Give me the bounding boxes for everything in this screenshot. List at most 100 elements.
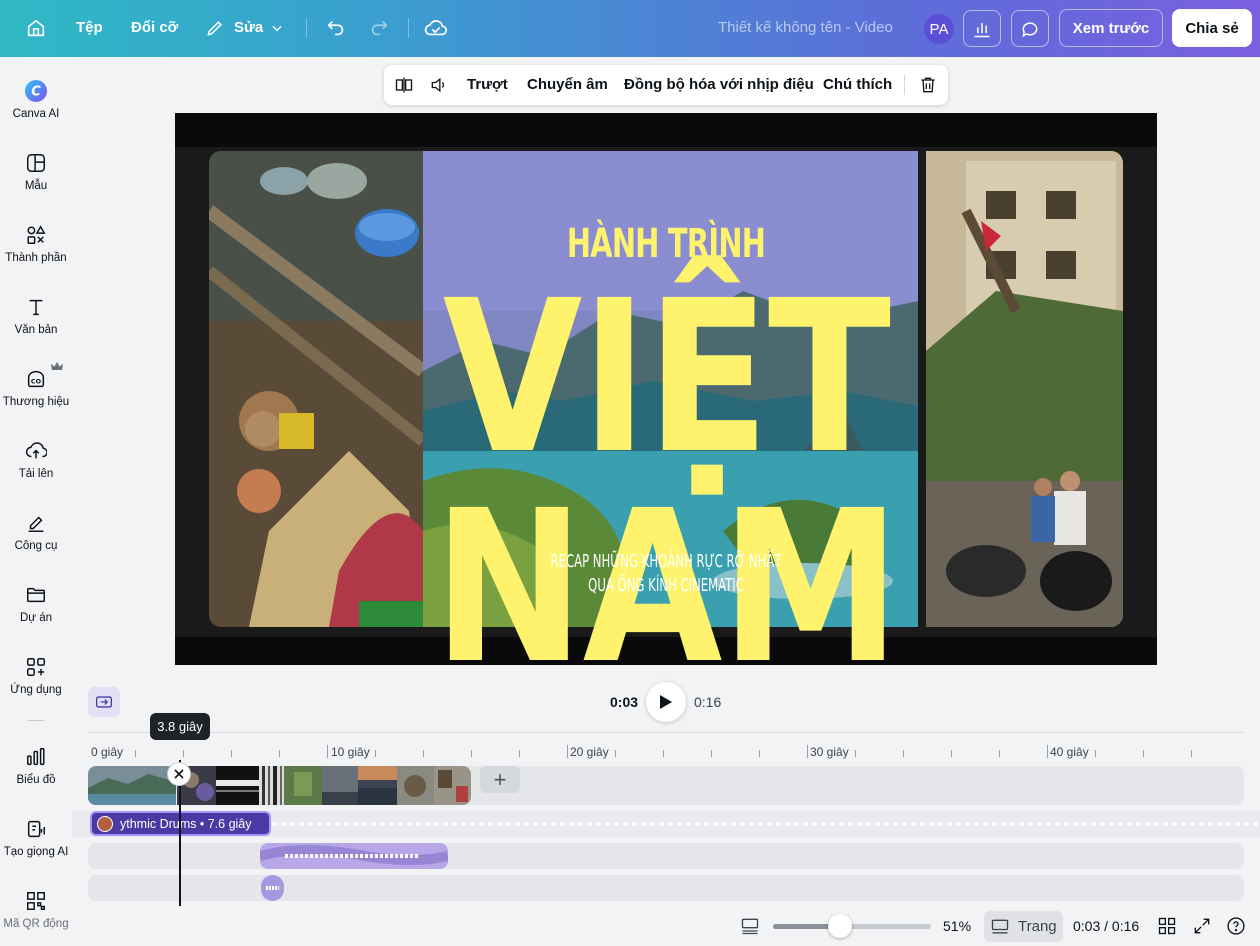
- ruler-tick: [1143, 750, 1144, 757]
- swap-view-button[interactable]: [88, 687, 120, 717]
- captions-button[interactable]: Chú thích: [823, 76, 892, 93]
- ruler-tick: [375, 750, 376, 757]
- video-clip[interactable]: [88, 766, 176, 805]
- video-clip[interactable]: [358, 766, 397, 805]
- ruler-tick: [807, 745, 808, 758]
- share-button[interactable]: Chia sẻ: [1172, 9, 1252, 47]
- file-menu[interactable]: Tệp: [76, 19, 103, 36]
- comment-icon: [1022, 21, 1038, 37]
- tick-label: 20 giây: [570, 745, 609, 759]
- sidebar-item-text[interactable]: Văn bản: [0, 295, 72, 336]
- timeline-view-icon[interactable]: [740, 916, 760, 936]
- sidebar-item-upload[interactable]: Tải lên: [0, 439, 72, 480]
- audio-thumbnail: [97, 816, 113, 832]
- audio-waveform: [260, 845, 448, 865]
- zoom-level[interactable]: 51%: [943, 918, 971, 934]
- ruler-tick: [183, 750, 184, 757]
- apps-icon: [24, 655, 48, 679]
- elements-icon: [24, 223, 48, 247]
- undo-icon[interactable]: [322, 14, 350, 42]
- sidebar-label: Tải lên: [18, 468, 54, 480]
- canvas-caption-line1[interactable]: RECAP NHỮNG KHOẢNH RỰC RỠ NHẤT: [312, 551, 1019, 572]
- home-icon[interactable]: [22, 14, 50, 42]
- sidebar-item-ai-voice[interactable]: Tạo giọng AI: [0, 817, 72, 858]
- sidebar-item-templates[interactable]: Mẫu: [0, 151, 72, 192]
- volume-icon[interactable]: [429, 75, 449, 95]
- sidebar-item-projects[interactable]: Dự án: [0, 583, 72, 624]
- avatar[interactable]: PA: [924, 14, 954, 44]
- video-clip[interactable]: [322, 766, 358, 805]
- time-readout: 0:03 / 0:16: [1073, 918, 1140, 934]
- ruler-tick: [231, 750, 232, 757]
- play-button[interactable]: [646, 682, 686, 722]
- page-view-button[interactable]: Trang: [984, 911, 1063, 942]
- ruler-tick: [663, 750, 664, 757]
- tick-label: 40 giây: [1050, 745, 1089, 759]
- qr-icon: [24, 889, 48, 913]
- ruler-tick: [711, 750, 712, 757]
- video-clip[interactable]: [434, 766, 471, 805]
- audio-transition-button[interactable]: Chuyển âm: [527, 76, 608, 93]
- sidebar-label: Công cụ: [14, 540, 58, 552]
- svg-text:C: C: [31, 85, 41, 100]
- tick-label: 10 giây: [331, 745, 370, 759]
- video-canvas[interactable]: HÀNH TRÌNH VIỆT NAM RECAP NHỮNG KHOẢNH R…: [175, 113, 1157, 665]
- ruler-tick: [327, 745, 328, 758]
- timeline-divider: [88, 732, 1244, 733]
- sidebar-item-qr[interactable]: Mã QR động: [0, 889, 72, 930]
- divider: [306, 18, 307, 38]
- divider: [904, 75, 905, 95]
- audio-clip[interactable]: [261, 875, 284, 901]
- sidebar-item-brand[interactable]: CO Thương hiệu: [0, 362, 72, 408]
- video-clip[interactable]: [284, 766, 322, 805]
- total-time: 0:16: [694, 694, 722, 710]
- divider: [408, 18, 409, 38]
- grid-view-icon[interactable]: [1157, 916, 1177, 936]
- ruler-tick: [1095, 750, 1096, 757]
- comments-button[interactable]: [1011, 10, 1049, 47]
- preview-button[interactable]: Xem trước: [1059, 9, 1163, 47]
- sidebar-item-elements[interactable]: Thành phần: [0, 223, 72, 264]
- video-clip[interactable]: [216, 766, 259, 805]
- play-icon: [660, 695, 672, 709]
- video-clip[interactable]: [397, 766, 434, 805]
- ai-voice-icon: [24, 817, 48, 841]
- audio-clip[interactable]: [260, 843, 448, 869]
- insights-button[interactable]: [963, 10, 1001, 47]
- canvas-title[interactable]: VIỆT NAM: [244, 273, 1089, 666]
- audio-waveform: [266, 886, 279, 890]
- cloud-saved-icon[interactable]: [422, 14, 450, 42]
- trash-icon[interactable]: [918, 75, 938, 95]
- document-title[interactable]: Thiết kế không tên - Video: [718, 19, 893, 36]
- canvas-caption-line2[interactable]: QUA ỐNG KÍNH CINEMATIC: [312, 575, 1019, 596]
- sidebar-label: Biểu đồ: [16, 774, 56, 786]
- tick-label: 0 giây: [91, 745, 124, 759]
- ruler-tick: [1047, 745, 1048, 758]
- sidebar-label: Mã QR động: [3, 918, 69, 930]
- video-clip[interactable]: [259, 766, 284, 805]
- add-clip-button[interactable]: +: [480, 766, 520, 793]
- ruler-tick: [567, 745, 568, 758]
- sidebar-item-canva-ai[interactable]: C Canva AI: [0, 79, 72, 120]
- zoom-slider-handle[interactable]: [828, 914, 852, 938]
- playhead-handle[interactable]: [167, 762, 191, 786]
- transition-button[interactable]: Trượt: [467, 76, 508, 93]
- chevron-down-icon[interactable]: [263, 14, 291, 42]
- ruler-tick: [903, 750, 904, 757]
- ruler-tick: [999, 750, 1000, 757]
- zoom-slider-fill: [773, 924, 833, 929]
- sidebar-item-apps[interactable]: Ứng dụng: [0, 655, 72, 696]
- split-icon[interactable]: [394, 75, 414, 95]
- page-view-label: Trang: [1018, 918, 1057, 935]
- sidebar-item-tools[interactable]: Công cụ: [0, 511, 72, 552]
- sidebar-item-charts[interactable]: Biểu đồ: [0, 745, 72, 786]
- beat-sync-button[interactable]: Đồng bộ hóa với nhịp điệu: [624, 76, 814, 93]
- resize-menu[interactable]: Đổi cỡ: [131, 19, 178, 36]
- tools-icon: [24, 511, 48, 535]
- redo-icon[interactable]: [365, 14, 393, 42]
- help-icon[interactable]: [1226, 916, 1246, 936]
- fullscreen-icon[interactable]: [1192, 916, 1212, 936]
- edit-menu[interactable]: Sửa: [234, 19, 263, 36]
- current-time: 0:03: [610, 694, 639, 710]
- plus-icon: +: [493, 766, 507, 792]
